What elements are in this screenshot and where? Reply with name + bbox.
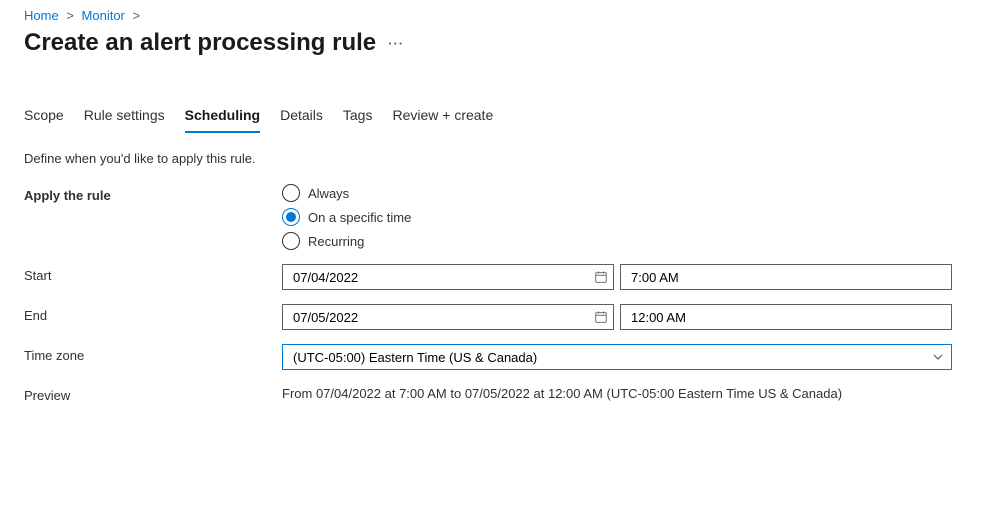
breadcrumb-sep: >: [133, 8, 141, 23]
page-title: Create an alert processing rule: [24, 29, 376, 57]
tab-review-create[interactable]: Review + create: [392, 101, 493, 133]
label-apply-rule: Apply the rule: [24, 184, 282, 203]
label-preview: Preview: [24, 384, 282, 403]
tab-tags[interactable]: Tags: [343, 101, 373, 133]
radio-icon: [282, 232, 300, 250]
radio-specific-time[interactable]: On a specific time: [282, 208, 952, 226]
tab-rule-settings[interactable]: Rule settings: [84, 101, 165, 133]
tab-scope[interactable]: Scope: [24, 101, 64, 133]
label-start: Start: [24, 264, 282, 283]
breadcrumb-home[interactable]: Home: [24, 8, 59, 23]
timezone-select[interactable]: [282, 344, 952, 370]
label-end: End: [24, 304, 282, 323]
tab-details[interactable]: Details: [280, 101, 323, 133]
breadcrumb: Home > Monitor >: [24, 8, 982, 23]
radio-icon: [282, 208, 300, 226]
radio-always[interactable]: Always: [282, 184, 952, 202]
start-time-input[interactable]: [620, 264, 952, 290]
intro-text: Define when you'd like to apply this rul…: [24, 151, 982, 166]
radio-always-label: Always: [308, 186, 349, 201]
breadcrumb-sep: >: [66, 8, 74, 23]
end-time-input[interactable]: [620, 304, 952, 330]
tabs: Scope Rule settings Scheduling Details T…: [24, 101, 982, 133]
end-date-input[interactable]: [282, 304, 614, 330]
tab-scheduling[interactable]: Scheduling: [185, 101, 260, 133]
radio-icon: [282, 184, 300, 202]
label-timezone: Time zone: [24, 344, 282, 363]
apply-rule-radio-group: Always On a specific time Recurring: [282, 184, 952, 250]
radio-specific-label: On a specific time: [308, 210, 411, 225]
breadcrumb-monitor[interactable]: Monitor: [82, 8, 125, 23]
start-date-input[interactable]: [282, 264, 614, 290]
radio-recurring-label: Recurring: [308, 234, 364, 249]
more-actions-icon[interactable]: ···: [388, 36, 404, 51]
preview-text: From 07/04/2022 at 7:00 AM to 07/05/2022…: [282, 384, 952, 401]
radio-recurring[interactable]: Recurring: [282, 232, 952, 250]
